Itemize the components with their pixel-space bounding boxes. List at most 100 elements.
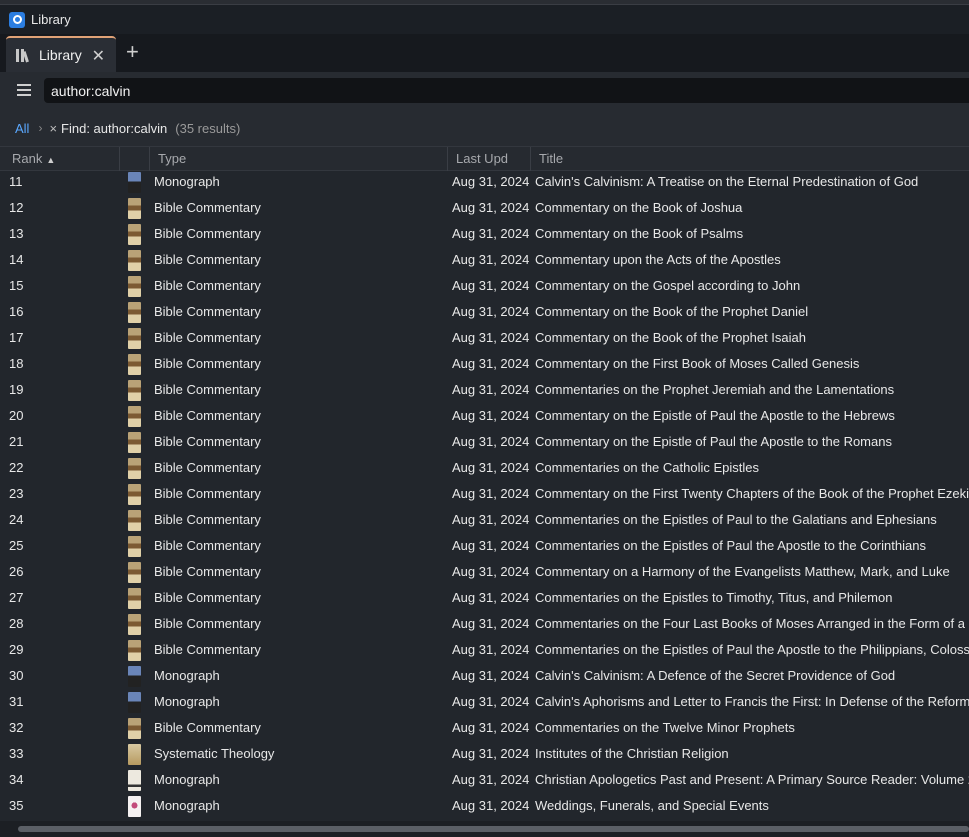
column-header-last-updated-label: Last Upd [456, 151, 509, 166]
row-last-updated: Aug 31, 2024 [452, 356, 530, 371]
row-rank: 18 [9, 356, 24, 371]
table-row[interactable]: 31 Monograph Aug 31, 2024 Calvin's Aphorism… [0, 691, 969, 717]
row-title: Commentary on the Book of the Prophet Da… [535, 304, 809, 319]
row-title: Commentary upon the Acts of the Apostles [535, 252, 781, 267]
table-row[interactable]: 23 Bible Commentary Aug 31, 2024 Commentary… [0, 483, 969, 509]
row-last-updated: Aug 31, 2024 [452, 642, 530, 657]
breadcrumb-find-label: Find: author:calvin [61, 120, 168, 136]
row-rank: 29 [9, 642, 24, 657]
book-cover-thumbnail [128, 614, 141, 635]
table-row[interactable]: 13 Bible Commentary Aug 31, 2024 Commentary… [0, 223, 969, 249]
horizontal-scrollbar-thumb[interactable] [18, 826, 969, 832]
row-title: Commentary on a Harmony of the Evangelis… [535, 564, 950, 579]
column-header-type[interactable]: Type [150, 147, 448, 171]
table-row[interactable]: 26 Bible Commentary Aug 31, 2024 Commentary… [0, 561, 969, 587]
row-rank: 17 [9, 330, 24, 345]
table-row[interactable]: 24 Bible Commentary Aug 31, 2024 Commentari… [0, 509, 969, 535]
row-rank: 28 [9, 616, 24, 631]
row-title: Commentaries on the Epistles of Paul the… [535, 538, 926, 553]
new-tab-button[interactable]: + [126, 41, 139, 63]
row-last-updated: Aug 31, 2024 [452, 200, 530, 215]
table-row[interactable]: 34 Monograph Aug 31, 2024 Christian Apologe… [0, 769, 969, 795]
book-cover-thumbnail [128, 406, 141, 427]
column-header-title[interactable]: Title [531, 147, 969, 171]
table-row[interactable]: 30 Monograph Aug 31, 2024 Calvin's Calvinis… [0, 665, 969, 691]
sort-ascending-icon: ▲ [46, 155, 56, 165]
table-row[interactable]: 28 Bible Commentary Aug 31, 2024 Commentari… [0, 613, 969, 639]
row-rank: 22 [9, 460, 24, 475]
tab-library[interactable]: Library ✕ [6, 36, 116, 72]
row-title: Commentary on the Gospel according to Jo… [535, 278, 801, 293]
remove-filter-icon[interactable]: × [49, 121, 57, 136]
results-count: (35 results) [175, 120, 241, 136]
column-header-last-updated[interactable]: Last Upd [448, 147, 531, 171]
row-type: Bible Commentary [154, 252, 261, 267]
breadcrumb-all-link[interactable]: All [15, 121, 29, 136]
row-title: Calvin's Calvinism: A Treatise on the Et… [535, 174, 919, 189]
table-row[interactable]: 29 Bible Commentary Aug 31, 2024 Commentari… [0, 639, 969, 665]
table-row[interactable]: 12 Bible Commentary Aug 31, 2024 Commentary… [0, 197, 969, 223]
row-title: Commentaries on the Epistles to Timothy,… [535, 590, 893, 605]
table-row[interactable]: 35 Monograph Aug 31, 2024 Weddings, Funeral… [0, 795, 969, 821]
row-title: Commentaries on the Catholic Epistles [535, 460, 759, 475]
row-type: Bible Commentary [154, 538, 261, 553]
row-title: Calvin's Aphorisms and Letter to Francis… [535, 694, 969, 709]
column-header-rank-label: Rank [12, 151, 43, 166]
table-row[interactable]: 15 Bible Commentary Aug 31, 2024 Commentary… [0, 275, 969, 301]
row-last-updated: Aug 31, 2024 [452, 512, 530, 527]
horizontal-scrollbar[interactable] [0, 821, 969, 837]
breadcrumb: All › × Find: author:calvin (35 results) [0, 110, 969, 146]
row-rank: 23 [9, 486, 24, 501]
column-header-cover[interactable] [120, 147, 150, 171]
table-row[interactable]: 27 Bible Commentary Aug 31, 2024 Commentari… [0, 587, 969, 613]
row-type: Bible Commentary [154, 408, 261, 423]
row-title: Commentary on the Epistle of Paul the Ap… [535, 408, 895, 423]
row-rank: 25 [9, 538, 24, 553]
row-last-updated: Aug 31, 2024 [452, 746, 530, 761]
row-rank: 26 [9, 564, 24, 579]
row-type: Bible Commentary [154, 200, 261, 215]
row-type: Monograph [154, 772, 220, 787]
row-rank: 14 [9, 252, 24, 267]
row-rank: 19 [9, 382, 24, 397]
tab-label: Library [39, 47, 82, 63]
row-title: Commentaries on the Twelve Minor Prophet… [535, 720, 795, 735]
row-last-updated: Aug 31, 2024 [452, 278, 530, 293]
row-title: Institutes of the Christian Religion [535, 746, 729, 761]
table-row[interactable]: 25 Bible Commentary Aug 31, 2024 Commentari… [0, 535, 969, 561]
row-type: Bible Commentary [154, 460, 261, 475]
table-row[interactable]: 18 Bible Commentary Aug 31, 2024 Commentary… [0, 353, 969, 379]
row-type: Monograph [154, 694, 220, 709]
tab-bar: Library ✕ + [0, 34, 969, 72]
row-rank: 34 [9, 772, 24, 787]
table-row[interactable]: 11 Monograph Aug 31, 2024 Calvin's Calvinis… [0, 171, 969, 197]
table-row[interactable]: 20 Bible Commentary Aug 31, 2024 Commentary… [0, 405, 969, 431]
hamburger-menu-icon[interactable] [17, 84, 31, 96]
row-rank: 11 [9, 174, 23, 189]
book-cover-thumbnail [128, 536, 141, 557]
close-tab-icon[interactable]: ✕ [92, 46, 105, 66]
book-cover-thumbnail [128, 588, 141, 609]
table-row[interactable]: 22 Bible Commentary Aug 31, 2024 Commentari… [0, 457, 969, 483]
book-cover-thumbnail [128, 224, 141, 245]
row-type: Bible Commentary [154, 564, 261, 579]
book-cover-thumbnail [128, 718, 141, 739]
search-input[interactable] [44, 78, 969, 103]
row-rank: 30 [9, 668, 24, 683]
title-bar: Library [0, 5, 969, 34]
column-header-rank[interactable]: Rank ▲ [0, 147, 120, 171]
table-row[interactable]: 19 Bible Commentary Aug 31, 2024 Commentari… [0, 379, 969, 405]
book-cover-thumbnail [128, 458, 141, 479]
table-row[interactable]: 33 Systematic Theology Aug 31, 2024 Institu… [0, 743, 969, 769]
book-cover-thumbnail [128, 250, 141, 271]
table-row[interactable]: 16 Bible Commentary Aug 31, 2024 Commentary… [0, 301, 969, 327]
breadcrumb-separator: › [38, 121, 43, 135]
table-row[interactable]: 17 Bible Commentary Aug 31, 2024 Commentary… [0, 327, 969, 353]
row-rank: 33 [9, 746, 24, 761]
row-last-updated: Aug 31, 2024 [452, 434, 530, 449]
table-row[interactable]: 32 Bible Commentary Aug 31, 2024 Commentari… [0, 717, 969, 743]
row-rank: 35 [9, 798, 24, 813]
row-type: Bible Commentary [154, 356, 261, 371]
table-row[interactable]: 21 Bible Commentary Aug 31, 2024 Commentary… [0, 431, 969, 457]
table-row[interactable]: 14 Bible Commentary Aug 31, 2024 Commentary… [0, 249, 969, 275]
